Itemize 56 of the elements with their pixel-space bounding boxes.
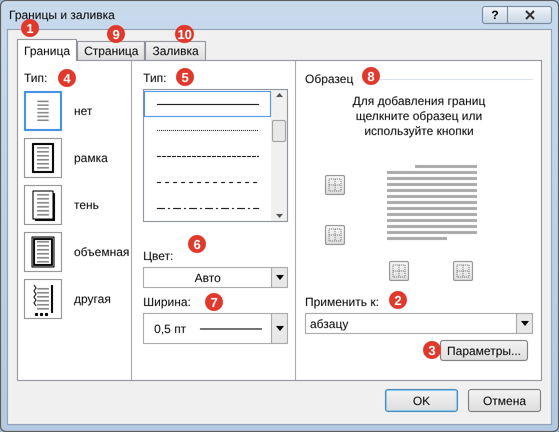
annotation-marker: 9	[107, 25, 126, 43]
annotation-marker: 7	[205, 293, 224, 311]
apply-to-label: Применить к:	[305, 295, 379, 309]
annotation-marker: 2	[389, 291, 407, 309]
annotation-marker: 10	[175, 25, 194, 43]
border-button[interactable]	[453, 261, 473, 281]
border-setting-button[interactable]	[24, 138, 62, 178]
annotation-marker: 3	[423, 341, 441, 359]
border-side-icon	[326, 226, 344, 244]
caret-icon	[276, 275, 284, 280]
setting-option-label: тень	[74, 197, 99, 214]
caret-icon	[276, 326, 284, 331]
color-label: Цвет:	[143, 249, 174, 263]
annotation-marker: 4	[58, 69, 76, 87]
width-dropdown[interactable]: 0,5 пт	[143, 313, 288, 344]
options-button[interactable]: Параметры...	[440, 340, 528, 361]
border-button[interactable]	[325, 175, 345, 195]
line-width-sample	[200, 328, 262, 330]
dialog-button[interactable]: OK	[385, 389, 458, 412]
setting-label: Тип:	[24, 71, 48, 85]
close-button[interactable]	[508, 6, 552, 24]
apply-to-dropdown[interactable]: абзацу	[305, 313, 533, 334]
annotation-marker: 1	[21, 19, 39, 37]
border-button[interactable]	[389, 261, 409, 281]
close-icon	[524, 10, 534, 20]
caret-icon	[520, 321, 528, 326]
preview-hint: Для добавления границ щелкните образец или используйте кнопки	[352, 94, 486, 139]
scrollbar[interactable]	[271, 90, 288, 221]
annotation-marker: 5	[176, 68, 194, 86]
annotation-marker: 8	[362, 67, 380, 85]
help-button[interactable]: ?	[482, 6, 508, 24]
line-style-list[interactable]	[143, 89, 288, 222]
tab[interactable]: Заливка	[145, 41, 206, 60]
border-side-icon	[454, 262, 472, 280]
width-label: Ширина:	[143, 295, 191, 309]
border-side-icon	[326, 176, 344, 194]
preview-title: Образец	[305, 71, 354, 88]
line-style-label: Тип:	[143, 71, 167, 85]
border-setting-button[interactable]	[24, 185, 62, 225]
setting-option-label: другая	[74, 291, 111, 308]
border-side-icon	[390, 262, 408, 280]
border-setting-button[interactable]	[24, 232, 62, 272]
setting-option-label: объемная	[74, 244, 130, 261]
annotation-marker: 6	[188, 235, 206, 253]
setting-option-label: рамка	[74, 150, 108, 167]
scroll-down-icon	[276, 214, 283, 218]
color-dropdown[interactable]: Авто	[143, 267, 288, 288]
dialog-button[interactable]: Отмена	[468, 389, 541, 412]
line-style-item[interactable]	[144, 91, 272, 117]
tab[interactable]: Граница	[17, 39, 78, 61]
border-setting-button[interactable]	[24, 279, 62, 319]
border-button[interactable]	[325, 225, 345, 245]
scroll-up-icon	[276, 93, 283, 97]
setting-option-label: нет	[74, 103, 92, 120]
tab[interactable]: Страница	[77, 41, 146, 60]
scroll-thumb[interactable]	[272, 120, 286, 142]
